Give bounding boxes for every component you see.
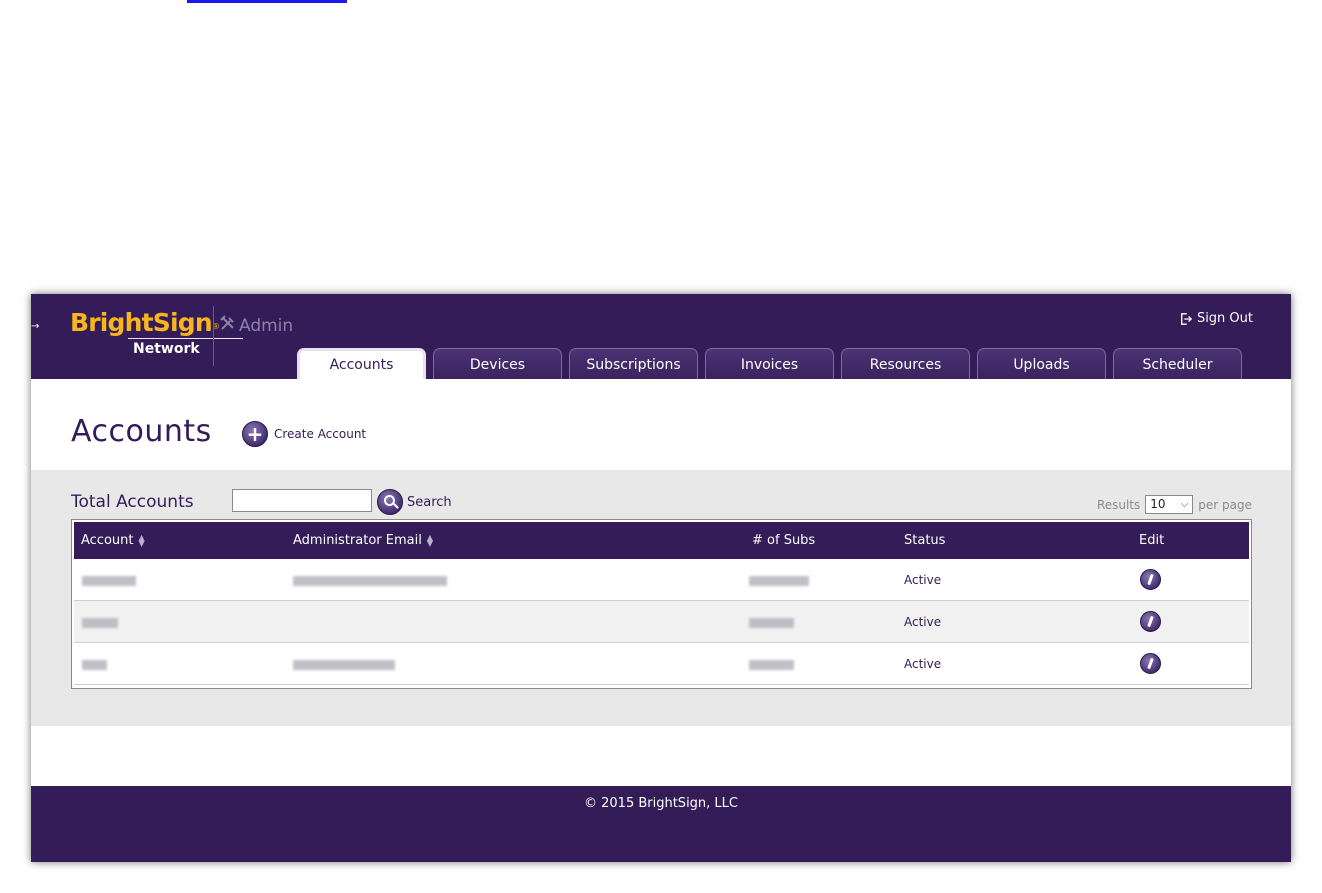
column-account[interactable]: Account ▲ ▼ (81, 522, 145, 559)
subs-cell (749, 601, 794, 643)
create-account-button[interactable]: + Create Account (242, 421, 366, 447)
admin-text: Admin (239, 316, 294, 336)
edit-icon[interactable] (1140, 569, 1161, 590)
header-divider (213, 306, 214, 366)
logo-network: Network (133, 341, 200, 357)
plus-icon: + (242, 421, 268, 447)
column-admin-email[interactable]: Administrator Email ▲ ▼ (293, 522, 433, 559)
sign-out-button[interactable]: Sign Out (1180, 311, 1253, 326)
search-label: Search (407, 494, 452, 510)
email-cell (293, 559, 447, 601)
copyright-text: © 2015 BrightSign, LLC (584, 796, 738, 811)
account-cell[interactable] (82, 643, 107, 685)
search-icon (377, 489, 403, 515)
tab-subscriptions[interactable]: Subscriptions (569, 348, 698, 379)
status-cell: Active (904, 615, 942, 629)
accounts-panel: Total Accounts Search Results 10 ⌵ per p… (31, 470, 1291, 726)
results-value: 10 (1150, 497, 1166, 511)
sign-out-label: Sign Out (1196, 311, 1253, 326)
results-label: Results (1096, 497, 1141, 512)
column-edit: Edit (1139, 533, 1165, 548)
wrench-icon (220, 315, 236, 335)
table-header: Account ▲ ▼ Administrator Email ▲ ▼ # of Sub… (74, 522, 1249, 559)
create-account-label: Create Account (274, 427, 367, 441)
footer: © 2015 BrightSign, LLC (31, 786, 1291, 862)
tab-scheduler[interactable]: Scheduler (1113, 348, 1242, 379)
search-input[interactable] (232, 489, 372, 512)
header: BrightSign® Network Admin Sign Out Accou… (31, 294, 1291, 379)
cursor-arrow-icon: → (31, 321, 40, 332)
subs-cell (749, 559, 809, 601)
tab-invoices[interactable]: Invoices (705, 348, 834, 379)
logo-text: BrightSign (70, 308, 213, 337)
sort-icon: ▲ ▼ (138, 532, 145, 548)
sort-icon: ▲ ▼ (426, 532, 433, 548)
admin-label: Admin (220, 315, 293, 336)
accounts-table: Account ▲ ▼ Administrator Email ▲ ▼ # of Sub… (71, 519, 1252, 689)
app-window: BrightSign® Network Admin Sign Out Accou… (31, 294, 1291, 862)
table-row: Active (74, 643, 1249, 685)
search-button[interactable]: Search (377, 489, 452, 515)
edit-icon[interactable] (1140, 611, 1161, 632)
subs-cell (749, 643, 794, 685)
table-row: Active (74, 559, 1249, 601)
tab-devices[interactable]: Devices (433, 348, 562, 379)
email-cell (293, 643, 395, 685)
main-tabs: Accounts Devices Subscriptions Invoices … (297, 348, 1242, 379)
per-page-label: per page (1198, 497, 1252, 512)
page-title: Accounts (71, 414, 212, 449)
column-subs: # of Subs (752, 533, 816, 548)
chevron-down-icon: ⌵ (1180, 499, 1189, 510)
sign-out-icon (1180, 312, 1192, 325)
top-link-bar[interactable] (187, 0, 347, 3)
account-cell[interactable] (82, 559, 136, 601)
tab-uploads[interactable]: Uploads (977, 348, 1106, 379)
tab-resources[interactable]: Resources (841, 348, 970, 379)
status-cell: Active (904, 657, 942, 671)
logo-underline (128, 338, 243, 339)
table-row: Active (74, 601, 1249, 643)
edit-icon[interactable] (1140, 653, 1161, 674)
total-accounts-label: Total Accounts (71, 492, 194, 512)
results-per-page: Results 10 ⌵ per page (1097, 495, 1252, 514)
tab-accounts[interactable]: Accounts (297, 348, 426, 379)
account-cell[interactable] (82, 601, 118, 643)
column-status: Status (904, 533, 946, 548)
brightsign-logo[interactable]: BrightSign® Network (70, 308, 243, 357)
results-select[interactable]: 10 ⌵ (1145, 495, 1194, 514)
status-cell: Active (904, 573, 942, 587)
